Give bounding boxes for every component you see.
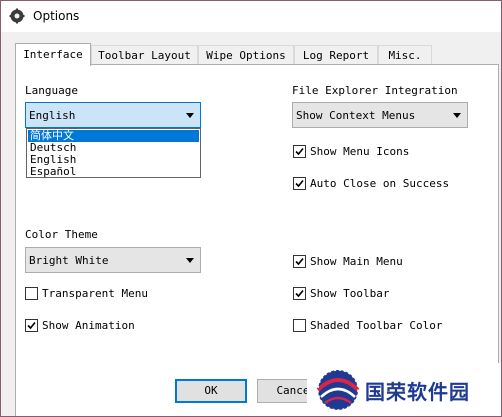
shaded-toolbar-color-label: Shaded Toolbar Color [310,319,443,332]
language-dropdown-list: 简体中文 Deutsch English Español [26,128,201,178]
title-bar[interactable]: Options [1,1,501,32]
ok-button[interactable]: OK [175,379,247,403]
window-title: Options [33,9,80,23]
checkmark-icon [295,289,304,298]
chevron-down-icon [186,113,194,118]
language-label: Language [25,84,78,97]
tab-misc[interactable]: Misc. [378,45,432,64]
shaded-toolbar-color-checkbox[interactable] [293,319,306,332]
show-menu-icons-label: Show Menu Icons [310,145,410,158]
context-menu-select[interactable]: Show Context Menus [292,102,468,128]
tab-toolbar-layout[interactable]: Toolbar Layout [91,45,198,64]
show-toolbar-checkbox[interactable] [293,287,306,300]
transparent-menu-label: Transparent Menu [42,287,148,300]
chevron-down-icon [453,113,461,118]
context-menu-select-value: Show Context Menus [296,109,416,122]
checkmark-icon [295,147,304,156]
show-main-menu-checkbox[interactable] [293,255,306,268]
options-window: Options Interface Toolbar Layout Wipe Op… [0,0,502,417]
file-explorer-label: File Explorer Integration [292,84,458,97]
checkmark-icon [27,321,36,330]
tab-interface[interactable]: Interface [15,43,91,66]
color-theme-select[interactable]: Bright White [25,247,201,273]
auto-close-checkbox[interactable] [293,177,306,190]
language-option-espanol[interactable]: Español [28,166,199,178]
tab-wipe-options[interactable]: Wipe Options [198,45,294,64]
transparent-menu-checkbox[interactable] [25,287,38,300]
language-select[interactable]: English [25,102,201,128]
show-menu-icons-checkbox[interactable] [293,145,306,158]
globe-icon [316,369,360,411]
show-animation-label: Show Animation [42,319,135,332]
watermark-logo: 国荣软件园 [307,363,501,416]
app-icon [9,8,25,24]
auto-close-label: Auto Close on Success [310,177,450,190]
tab-log-report[interactable]: Log Report [294,45,378,64]
language-select-value: English [29,109,76,122]
show-animation-checkbox[interactable] [25,319,38,332]
color-theme-select-value: Bright White [29,254,109,267]
checkmark-icon [295,257,304,266]
show-main-menu-label: Show Main Menu [310,255,403,268]
chevron-down-icon [186,258,194,263]
color-theme-label: Color Theme [25,228,98,241]
show-toolbar-label: Show Toolbar [310,287,390,300]
watermark-text: 国荣软件园 [365,380,470,404]
checkmark-icon [295,179,304,188]
